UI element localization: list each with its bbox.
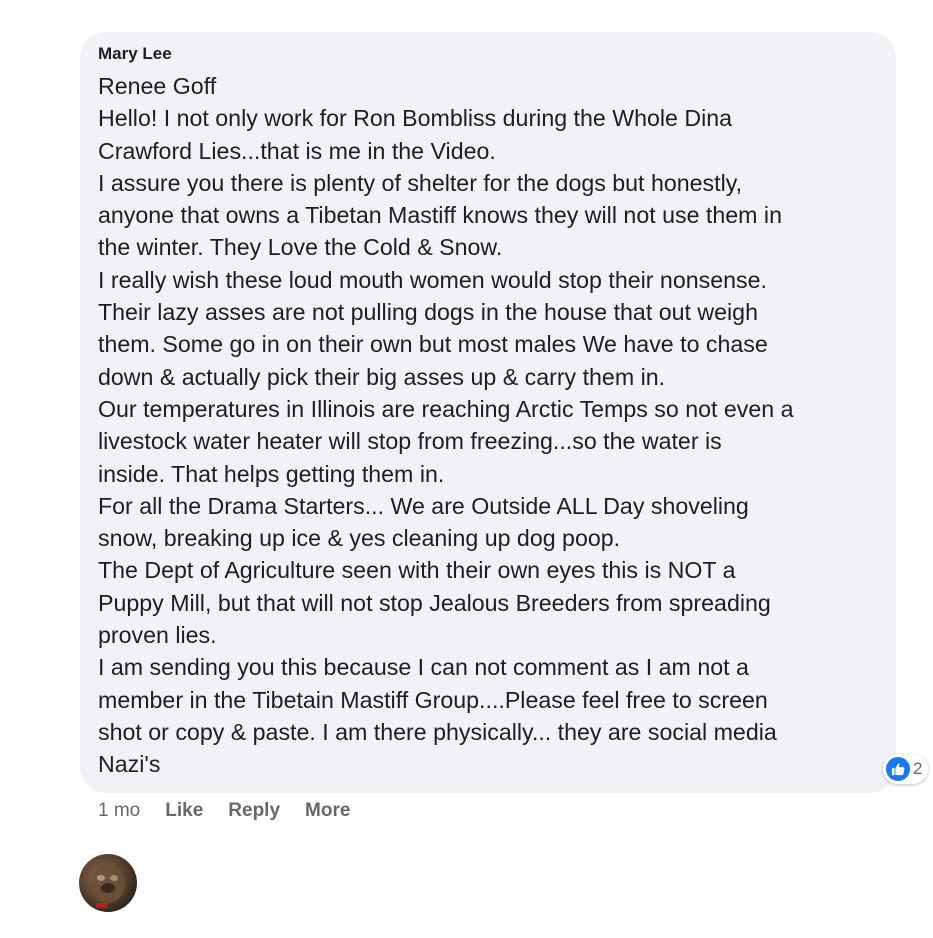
comment-timestamp[interactable]: 1 mo (98, 800, 140, 822)
comment-line: livestock water heater will stop from fr… (98, 428, 722, 455)
comment-line: down & actually pick their big asses up … (98, 363, 666, 390)
comment-body: Renee Goff Hello! I not only work for Ro… (98, 70, 878, 781)
comment-line: I really wish these loud mouth women wou… (98, 266, 767, 293)
comment-line: Puppy Mill, but that will not stop Jealo… (98, 589, 771, 616)
comment-line: Our temperatures in Illinois are reachin… (98, 395, 794, 422)
reaction-count: 2 (913, 759, 923, 778)
comment-line: Renee Goff (98, 73, 217, 99)
comment-line: anyone that owns a Tibetan Mastiff knows… (98, 202, 782, 229)
comment-line: shot or copy & paste. I am there physica… (98, 718, 777, 745)
more-button[interactable]: More (305, 800, 350, 822)
comment-bubble: Mary Lee Renee Goff Hello! I not only wo… (80, 32, 896, 793)
comment-line: inside. That helps getting them in. (98, 460, 445, 487)
like-button[interactable]: Like (165, 800, 203, 822)
comment-line: the winter. They Love the Cold & Snow. (98, 234, 503, 261)
comment-line: Crawford Lies...that is me in the Video. (98, 137, 496, 164)
like-icon (886, 757, 910, 781)
reply-button[interactable]: Reply (228, 800, 280, 822)
comment-line: For all the Drama Starters... We are Out… (98, 492, 749, 519)
comment-line: them. Some go in on their own but most m… (98, 331, 768, 358)
comment-line: Their lazy asses are not pulling dogs in… (98, 299, 758, 326)
comment-line: The Dept of Agriculture seen with their … (98, 557, 736, 584)
comment-line: I am sending you this because I can not … (98, 654, 749, 681)
comment-line: I assure you there is plenty of shelter … (98, 169, 743, 196)
comment-line: snow, breaking up ice & yes cleaning up … (98, 525, 621, 552)
comment-author-name[interactable]: Mary Lee (98, 44, 878, 64)
comment-line: proven lies. (98, 622, 217, 649)
comment-line: Hello! I not only work for Ron Bombliss … (98, 105, 733, 132)
comment-actions: 1 mo Like Reply More (98, 800, 375, 822)
comment-line: Nazi's (98, 751, 161, 778)
comment-line: member in the Tibetain Mastiff Group....… (98, 686, 768, 713)
avatar[interactable] (79, 854, 137, 912)
reaction-summary[interactable]: 2 (883, 754, 929, 784)
